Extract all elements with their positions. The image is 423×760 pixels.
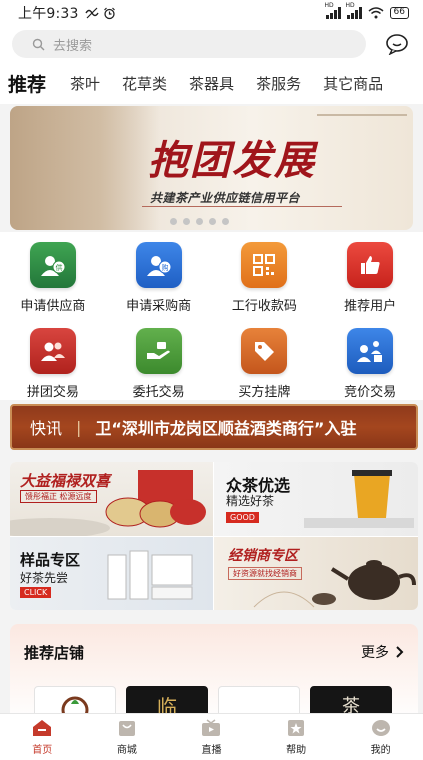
group-icon: [29, 328, 76, 374]
action-apply-supplier[interactable]: 供 申请供应商: [0, 242, 106, 314]
nav-label: 商城: [116, 745, 137, 756]
chevron-right-icon: [396, 646, 404, 658]
news-ticker[interactable]: 快讯 | 卫“深圳市龙岗区顺益酒类商行”入驻: [10, 404, 418, 450]
ticker-divider: |: [76, 417, 82, 437]
search-row: 去搜索: [0, 26, 423, 62]
nav-help[interactable]: 帮助: [254, 714, 339, 760]
action-recommend-user[interactable]: 推荐用户: [317, 242, 423, 314]
banner-decoration: [317, 114, 407, 174]
search-input[interactable]: 去搜索: [12, 30, 366, 58]
tea-cup-image: [304, 470, 414, 528]
nav-label: 首页: [32, 745, 53, 756]
tab-herbal[interactable]: 花草类: [122, 73, 167, 94]
wifi-icon: [368, 7, 384, 19]
carousel-dot[interactable]: [222, 218, 229, 225]
status-bar: 上午9:33 HD HD 66: [0, 0, 423, 26]
ticker-text: 卫“深圳市龙岗区顺益酒类商行”入驻: [95, 419, 357, 438]
auction-icon: [347, 328, 394, 374]
ticker-label: 快讯: [30, 419, 63, 438]
store-icon: [116, 718, 138, 738]
shops-more-link[interactable]: 更多: [361, 642, 404, 662]
shops-title: 推荐店铺: [24, 644, 85, 662]
category-tabs: 推荐 茶叶 花草类 茶器具 茶服务 其它商品: [0, 62, 423, 104]
bottom-nav: 首页 商城 直播 帮助 我的: [0, 713, 423, 760]
nav-home[interactable]: 首页: [0, 714, 85, 760]
purchaser-icon: 购: [135, 242, 182, 288]
tab-other[interactable]: 其它商品: [323, 73, 383, 94]
nav-store[interactable]: 商城: [85, 714, 170, 760]
promo-grid: 大益福禄双喜 馈彤福正 松源远度 众茶优选 精选好茶 GOOD 样品专区 好茶先…: [10, 462, 418, 610]
action-label: 申请供应商: [20, 299, 86, 314]
nav-label: 我的: [370, 745, 391, 756]
tab-tea[interactable]: 茶叶: [70, 73, 100, 94]
live-icon: [200, 718, 222, 738]
teapot-image: [253, 560, 416, 608]
action-buyer-listing[interactable]: 买方挂牌: [212, 328, 318, 400]
carousel-dot[interactable]: [183, 218, 190, 225]
search-icon: [32, 38, 45, 50]
qr-code-icon: [241, 242, 288, 288]
hero-banner[interactable]: 抱团发展 共建茶产业供应链信用平台: [10, 106, 413, 230]
carousel-dot[interactable]: [209, 218, 216, 225]
tab-teaware[interactable]: 茶器具: [189, 73, 234, 94]
action-label: 工行收款码: [231, 299, 297, 314]
delegate-icon: [135, 328, 182, 374]
tag-icon: [241, 328, 288, 374]
action-label: 推荐用户: [344, 299, 397, 314]
alarm-icon: [103, 7, 115, 19]
banner-photo: [10, 106, 160, 230]
status-notification-icons: [85, 7, 116, 20]
action-label: 委托交易: [132, 385, 185, 400]
recommended-shops: 推荐店铺 更多 临 茶: [10, 624, 418, 724]
action-delegate-trade[interactable]: 委托交易: [106, 328, 212, 400]
battery-icon: 66: [389, 7, 409, 19]
banner-title: 抱团发展: [148, 137, 316, 184]
svg-text:供: 供: [55, 263, 62, 272]
thumbs-up-icon: [347, 242, 394, 288]
status-right: HD HD 66: [325, 2, 409, 19]
sample-box-image: [107, 550, 193, 600]
tab-recommend[interactable]: 推荐: [8, 70, 46, 97]
action-group-trade[interactable]: 拼团交易: [0, 328, 106, 400]
svg-text:购: 购: [161, 263, 168, 272]
action-auction-trade[interactable]: 竞价交易: [317, 328, 423, 400]
signal-icon-2: HD: [346, 2, 362, 19]
banner-subtitle: 共建茶产业供应链信用平台: [150, 191, 301, 205]
carousel-dots: [170, 218, 229, 225]
promo-zhongcha[interactable]: 众茶优选 精选好茶 GOOD: [214, 462, 418, 536]
promo-sample[interactable]: 样品专区 好茶先尝 CLICK: [10, 537, 213, 610]
banner-divider: [142, 206, 342, 207]
nav-label: 帮助: [286, 745, 307, 756]
promo-dayi[interactable]: 大益福禄双喜 馈彤福正 松源远度: [10, 462, 213, 536]
action-icbc-qr[interactable]: 工行收款码: [212, 242, 318, 314]
muted-icon: [85, 7, 99, 19]
signal-icon: HD: [325, 2, 341, 19]
tab-tea-service[interactable]: 茶服务: [256, 73, 301, 94]
status-time: 上午9:33: [18, 6, 79, 22]
action-label: 申请采购商: [126, 299, 192, 314]
nav-profile[interactable]: 我的: [338, 714, 423, 760]
carousel-dot[interactable]: [170, 218, 177, 225]
tea-cake-image: [10, 470, 206, 536]
nav-live[interactable]: 直播: [169, 714, 254, 760]
search-placeholder: 去搜索: [53, 38, 93, 54]
help-icon: [285, 718, 307, 738]
nav-label: 直播: [201, 745, 222, 756]
action-label: 竞价交易: [344, 385, 397, 400]
action-apply-purchaser[interactable]: 购 申请采购商: [106, 242, 212, 314]
action-label: 拼团交易: [26, 385, 79, 400]
profile-icon: [370, 718, 392, 738]
promo-dealer[interactable]: 经销商专区 好资源就找经销商: [214, 537, 418, 610]
home-icon: [31, 718, 53, 738]
more-label: 更多: [361, 645, 389, 661]
supplier-icon: 供: [29, 242, 76, 288]
action-label: 买方挂牌: [238, 385, 291, 400]
message-icon[interactable]: [383, 30, 411, 58]
quick-actions: 供 申请供应商 购 申请采购商 工行收款码 推荐用户 拼团交易 委托交易 买方挂…: [0, 232, 423, 400]
carousel-dot[interactable]: [196, 218, 203, 225]
